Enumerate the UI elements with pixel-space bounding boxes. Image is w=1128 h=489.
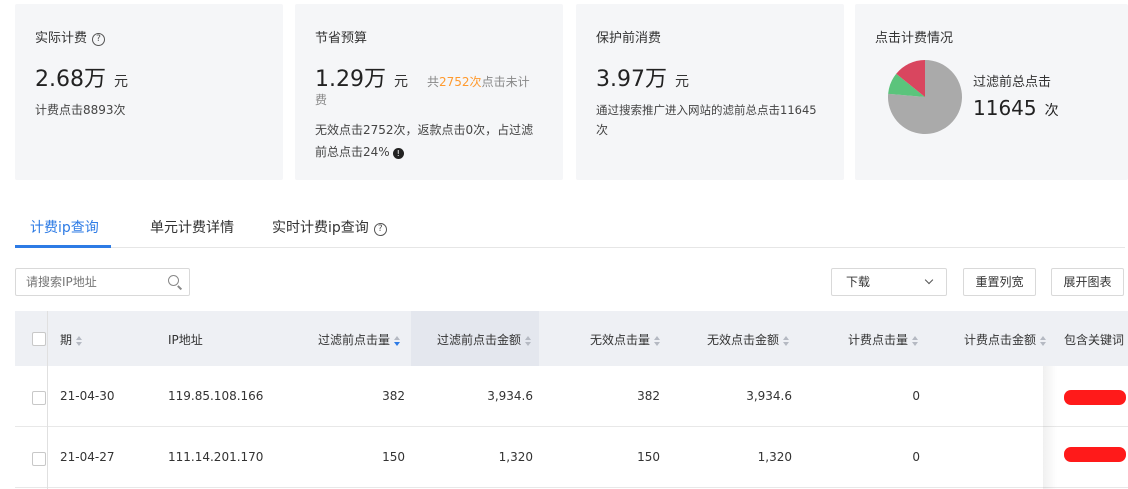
select-all-checkbox[interactable]	[32, 332, 46, 346]
download-select[interactable]: 下载	[831, 268, 947, 296]
th-billed-amount[interactable]: 计费点击金额	[964, 331, 1047, 348]
pie-unit: 次	[1044, 103, 1059, 119]
card-value: 3.97万	[596, 67, 667, 92]
card-desc-1: 通过搜索推广进入网站的滤前总点击11645	[596, 103, 817, 117]
th-keywords: 包含关键词	[1064, 333, 1125, 347]
pie-value: 11645	[973, 96, 1037, 120]
th-date[interactable]: 期	[60, 331, 83, 348]
table-row[interactable]: 21-04-30 119.85.108.166 382 3,934.6 382 …	[15, 366, 1128, 427]
card-value: 2.68万	[35, 67, 106, 92]
card-before-protection: 保护前消费 3.97万元 通过搜索推广进入网站的滤前总点击11645 次	[576, 4, 844, 180]
cell-invalid-clicks: 150	[637, 450, 660, 464]
cell-pre-amount: 3,934.6	[487, 389, 533, 403]
card-note-tail: 费	[315, 93, 328, 107]
card-title: 节省预算	[315, 31, 368, 46]
info-icon[interactable]: !	[392, 148, 404, 159]
sort-icon[interactable]	[1040, 335, 1047, 346]
ip-search-input[interactable]	[15, 268, 190, 296]
download-label: 下载	[846, 275, 871, 289]
card-desc-2: 前总点击24%	[315, 145, 390, 159]
cell-invalid-clicks: 382	[637, 389, 660, 403]
pie-chart	[888, 60, 962, 134]
th-billed-clicks[interactable]: 计费点击量	[848, 331, 919, 348]
card-title: 实际计费	[35, 31, 88, 46]
card-note: 共2752次点击未计	[427, 75, 530, 89]
card-title: 点击计费情况	[875, 31, 954, 46]
pie-label: 过滤前总点击	[973, 75, 1052, 90]
tab-unit-billing[interactable]: 单元计费详情	[150, 217, 234, 237]
th-invalid-amount[interactable]: 无效点击金额	[707, 331, 790, 348]
sort-icon[interactable]	[76, 335, 83, 346]
sort-icon[interactable]	[912, 335, 919, 346]
sort-desc-icon[interactable]	[394, 335, 401, 346]
reset-column-width-button[interactable]: 重置列宽	[963, 268, 1036, 296]
card-unit: 元	[114, 74, 128, 90]
help-icon[interactable]: ?	[373, 223, 387, 236]
cell-ip: 119.85.108.166	[168, 389, 264, 403]
card-saved-budget: 节省预算 1.29万元 共2752次点击未计 费 无效点击2752次，返款点击0…	[295, 4, 563, 180]
tab-label: 实时计费ip查询	[272, 220, 369, 236]
th-ip: IP地址	[168, 333, 203, 347]
row-checkbox[interactable]	[32, 452, 46, 466]
cell-billed-clicks: 0	[912, 389, 920, 403]
chevron-down-icon	[924, 275, 934, 285]
cell-date: 21-04-30	[60, 389, 115, 403]
expand-chart-button[interactable]: 展开图表	[1051, 268, 1124, 296]
cell-pre-amount: 1,320	[498, 450, 533, 464]
cell-pre-clicks: 150	[382, 450, 405, 464]
cell-pre-clicks: 382	[382, 389, 405, 403]
tab-realtime-ip[interactable]: 实时计费ip查询?	[272, 217, 387, 237]
tab-active-indicator	[15, 245, 111, 248]
row-checkbox[interactable]	[32, 391, 46, 405]
sort-icon[interactable]	[525, 335, 532, 346]
sort-icon[interactable]	[654, 335, 661, 346]
card-unit: 元	[675, 74, 689, 90]
card-actual-billing: 实际计费? 2.68万元 计费点击8893次	[15, 4, 283, 180]
cell-date: 21-04-27	[60, 450, 115, 464]
cell-invalid-amount: 3,934.6	[746, 389, 792, 403]
search-icon[interactable]	[168, 275, 179, 286]
tab-bar: 计费ip查询 单元计费详情 实时计费ip查询?	[15, 209, 1125, 248]
card-click-billing: 点击计费情况 过滤前总点击 11645 次	[855, 4, 1128, 180]
card-title: 保护前消费	[596, 31, 662, 46]
th-pre-amount[interactable]: 过滤前点击金额	[437, 331, 532, 348]
table-header: 期 IP地址 过滤前点击量 过滤前点击金额 无效点击量 无效点击金额 计费点击量…	[15, 311, 1128, 366]
redacted-keyword	[1064, 447, 1126, 462]
card-unit: 元	[394, 74, 408, 90]
cell-billed-clicks: 0	[912, 450, 920, 464]
th-pre-clicks[interactable]: 过滤前点击量	[318, 331, 401, 348]
card-sub: 计费点击8893次	[35, 103, 126, 117]
redacted-keyword	[1064, 390, 1126, 405]
card-desc-1: 无效点击2752次，返款点击0次，占过滤	[315, 123, 534, 137]
summary-cards: 实际计费? 2.68万元 计费点击8893次 节省预算 1.29万元 共2752…	[15, 4, 1128, 180]
card-value: 1.29万	[315, 67, 386, 92]
cell-ip: 111.14.201.170	[168, 450, 264, 464]
th-invalid-clicks[interactable]: 无效点击量	[590, 331, 661, 348]
table-row[interactable]: 21-04-27 111.14.201.170 150 1,320 150 1,…	[15, 427, 1128, 488]
tab-billing-ip[interactable]: 计费ip查询	[30, 217, 99, 237]
cell-invalid-amount: 1,320	[757, 450, 792, 464]
card-desc-2: 次	[596, 123, 609, 137]
help-icon[interactable]: ?	[92, 33, 106, 46]
sort-icon[interactable]	[783, 335, 790, 346]
